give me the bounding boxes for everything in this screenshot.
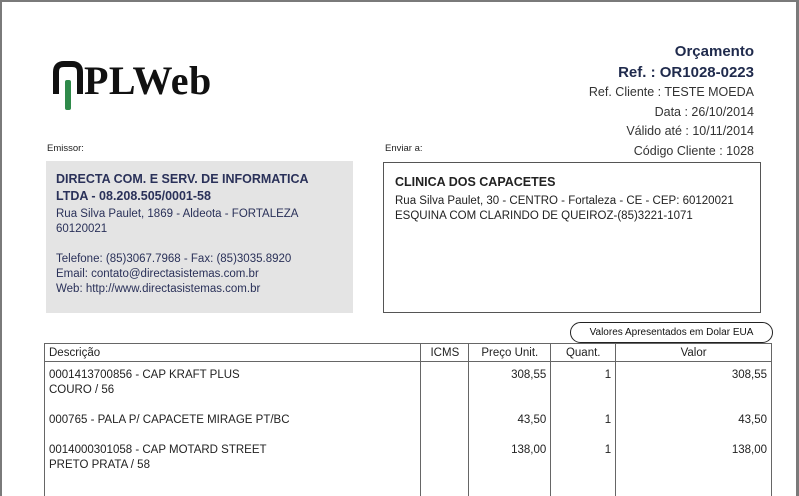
item-total: 308,55 <box>615 361 772 407</box>
valid-until: Válido até : 10/11/2014 <box>626 124 754 138</box>
item-detail: COURO / 56 <box>49 384 115 396</box>
item-unit-price: 138,00 <box>468 437 552 496</box>
document-page: PLWeb Orçamento Ref. : OR1028-0223 Ref. … <box>2 2 796 496</box>
client-code: Código Cliente : 1028 <box>633 143 754 158</box>
item-total: 43,50 <box>615 407 772 437</box>
col-header-preco: Preço Unit. <box>468 343 552 362</box>
item-icms <box>420 437 470 496</box>
table-row: 000765 - PALA P/ CAPACETE MIRAGE PT/BC 4… <box>43 407 772 437</box>
col-header-valor: Valor <box>615 343 772 362</box>
emissor-address: Rua Silva Paulet, 1869 - Aldeota - FORTA… <box>56 208 298 235</box>
currency-note: Valores Apresentados em Dolar EUA <box>570 322 773 343</box>
document-title: Orçamento <box>674 43 754 60</box>
col-header-descricao: Descrição <box>43 343 422 362</box>
item-quantity: 1 <box>550 361 617 407</box>
item-code-name: 0001413700856 - CAP KRAFT PLUS <box>49 369 240 381</box>
document-date: Data : 26/10/2014 <box>654 104 754 119</box>
company-logo: PLWeb <box>50 58 250 118</box>
item-code-name: 0014000301058 - CAP MOTARD STREET <box>49 444 267 456</box>
item-description: 000765 - PALA P/ CAPACETE MIRAGE PT/BC <box>43 407 422 437</box>
client-address: Rua Silva Paulet, 30 - CENTRO - Fortalez… <box>395 195 734 222</box>
client-ref: Ref. Cliente : TESTE MOEDA <box>588 85 754 99</box>
document-ref: Ref. : OR1028-0223 <box>618 64 754 81</box>
item-unit-price: 308,55 <box>468 361 552 407</box>
item-description: 0014000301058 - CAP MOTARD STREET PRETO … <box>43 437 422 496</box>
logo-text: PLWeb <box>84 58 212 103</box>
item-icms <box>420 407 470 437</box>
emissor-phone: Telefone: (85)3067.7968 - Fax: (85)3035.… <box>56 253 292 265</box>
col-header-quant: Quant. <box>550 343 617 362</box>
enviar-box: CLINICA DOS CAPACETES Rua Silva Paulet, … <box>383 162 761 313</box>
document-header: Orçamento Ref. : OR1028-0223 Ref. Client… <box>589 42 754 161</box>
item-total: 138,00 <box>615 437 772 496</box>
emissor-label: Emissor: <box>47 143 84 154</box>
emissor-box: DIRECTA COM. E SERV. DE INFORMATICA LTDA… <box>46 161 353 313</box>
item-quantity: 1 <box>550 437 617 496</box>
items-table: Descrição ICMS Preço Unit. Quant. Valor … <box>43 343 772 496</box>
table-row: 0014000301058 - CAP MOTARD STREET PRETO … <box>43 437 772 496</box>
item-unit-price: 43,50 <box>468 407 552 437</box>
table-header-row: Descrição ICMS Preço Unit. Quant. Valor <box>43 343 772 362</box>
enviar-label: Enviar a: <box>385 143 423 154</box>
client-name: CLINICA DOS CAPACETES <box>395 175 556 189</box>
item-quantity: 1 <box>550 407 617 437</box>
table-row: 0001413700856 - CAP KRAFT PLUS COURO / 5… <box>43 361 772 407</box>
emissor-web: Web: http://www.directasistemas.com.br <box>56 283 261 295</box>
emissor-name: DIRECTA COM. E SERV. DE INFORMATICA LTDA… <box>56 172 309 203</box>
item-code-name: 000765 - PALA P/ CAPACETE MIRAGE PT/BC <box>49 414 290 426</box>
item-icms <box>420 361 470 407</box>
item-detail: PRETO PRATA / 58 <box>49 459 150 471</box>
item-description: 0001413700856 - CAP KRAFT PLUS COURO / 5… <box>43 361 422 407</box>
pl-logo-icon <box>53 61 83 110</box>
col-header-icms: ICMS <box>420 343 470 362</box>
emissor-email: Email: contato@directasistemas.com.br <box>56 268 259 280</box>
